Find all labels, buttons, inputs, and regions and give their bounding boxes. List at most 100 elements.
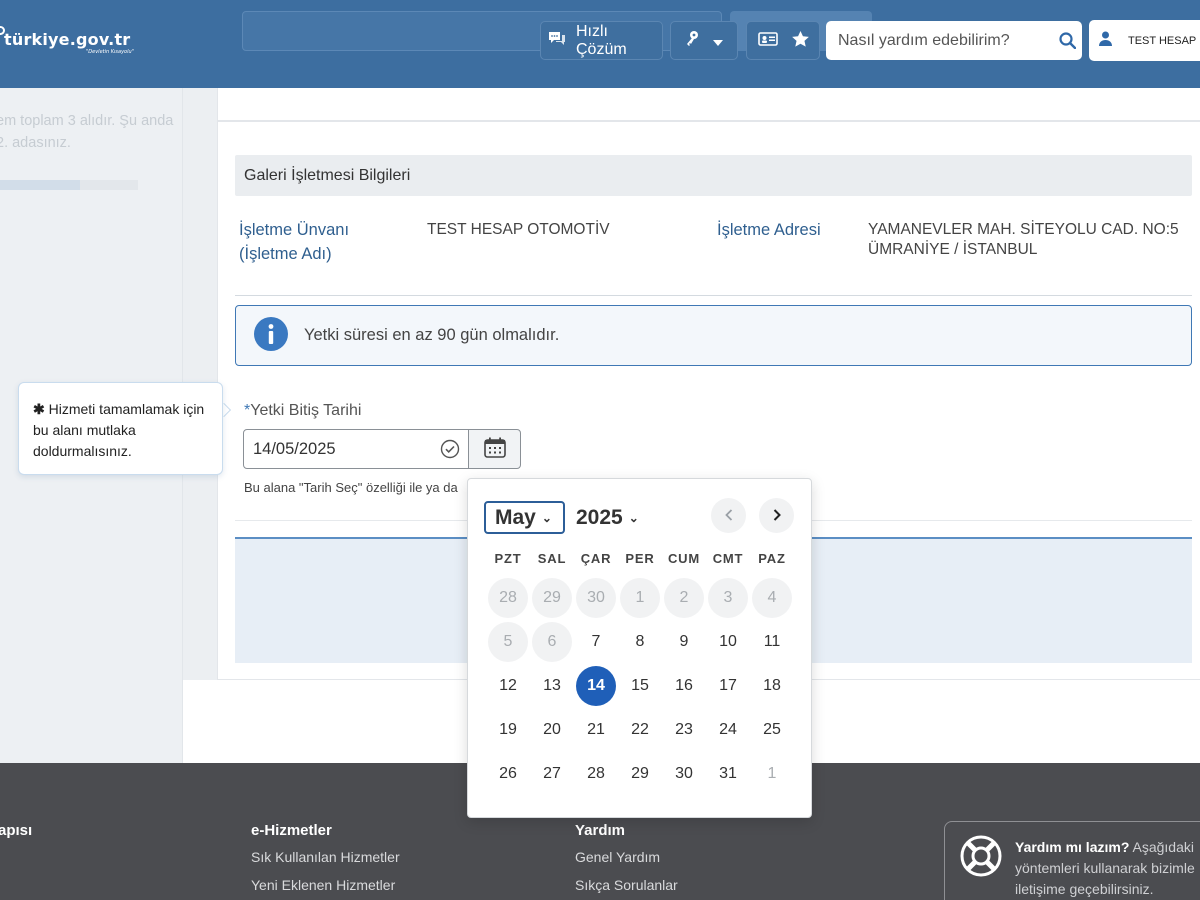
weekday-header: CUM — [667, 551, 700, 566]
id-favorites-button[interactable] — [746, 21, 820, 60]
calendar-day[interactable]: 29 — [620, 754, 660, 794]
year-select[interactable]: 2025 ⌄ — [576, 501, 639, 534]
footer-link-general-help[interactable]: Genel Yardım — [575, 849, 660, 865]
weekday-header: PZT — [494, 551, 522, 566]
month-select[interactable]: May ⌄ — [484, 501, 565, 534]
calendar-day[interactable]: 7 — [576, 622, 616, 662]
site-logo[interactable]: türkiye.gov.tr "Devletin Kısayolu" — [0, 26, 160, 60]
calendar-day[interactable]: 25 — [752, 710, 792, 750]
site-search-input[interactable]: Nasıl yardım edebilirim? — [826, 21, 1082, 60]
chevron-down-icon: ⌄ — [628, 510, 639, 525]
info-message: Yetki süresi en az 90 gün olmalıdır. — [304, 326, 560, 344]
weekday-header: PER — [625, 551, 655, 566]
footer-col1-title: apısı — [0, 822, 33, 839]
month-value: May — [495, 505, 536, 529]
weekday-header: SAL — [537, 551, 567, 566]
search-icon[interactable] — [1052, 32, 1082, 49]
calendar-day: 5 — [488, 622, 528, 662]
help-card-text: Yardım mı lazım? Aşağıdaki yöntemleri ku… — [1015, 837, 1200, 900]
calendar-day[interactable]: 28 — [576, 754, 616, 794]
calendar-day: 28 — [488, 578, 528, 618]
top-header: türkiye.gov.tr "Devletin Kısayolu" Hızlı… — [0, 0, 1200, 88]
calendar-day[interactable]: 24 — [708, 710, 748, 750]
chevron-left-icon — [724, 506, 733, 525]
calendar-day[interactable]: 26 — [488, 754, 528, 794]
weekday-header: ÇAR — [580, 551, 612, 566]
calendar-day[interactable]: 23 — [664, 710, 704, 750]
calendar-day: 29 — [532, 578, 572, 618]
business-name-label: İşletme Ünvanı (İşletme Adı) — [239, 221, 350, 263]
calendar-day[interactable]: 22 — [620, 710, 660, 750]
check-circle-icon — [432, 439, 468, 459]
chevron-down-icon: ⌄ — [541, 510, 552, 525]
section-divider — [235, 295, 1192, 296]
footer-link-new-services[interactable]: Yeni Eklenen Hizmetler — [251, 877, 395, 893]
end-date-label: *Yetki Bitiş Tarihi — [244, 402, 361, 420]
calendar-day[interactable]: 21 — [576, 710, 616, 750]
business-address-label: İşletme Adresi — [717, 221, 821, 239]
calendar-icon — [483, 437, 506, 462]
info-alert: Yetki süresi en az 90 gün olmalıdır. — [235, 305, 1192, 366]
calendar-day[interactable]: 11 — [752, 622, 792, 662]
user-account-button[interactable]: TEST HESAP — [1089, 20, 1200, 61]
tooltip-text: Hizmeti tamamlamak için bu alanı mutlaka… — [33, 401, 205, 459]
chevron-right-icon — [773, 506, 781, 525]
calendar-day[interactable]: 31 — [708, 754, 748, 794]
date-help-text: Bu alana "Tarih Seç" özelliği ile ya da — [244, 480, 458, 495]
step-progress-bar — [0, 180, 138, 190]
asterisk-icon: ✱ — [33, 401, 45, 417]
calendar-day: 3 — [708, 578, 748, 618]
calendar-day[interactable]: 8 — [620, 622, 660, 662]
footer-ehizmetler-title: e-Hizmetler — [251, 822, 332, 839]
calendar-day[interactable]: 12 — [488, 666, 528, 706]
footer-link-frequent-services[interactable]: Sık Kullanılan Hizmetler — [251, 849, 400, 865]
previous-panel — [217, 88, 1200, 121]
next-month-button[interactable] — [759, 498, 794, 533]
end-date-value: 14/05/2025 — [253, 439, 336, 458]
end-date-label-text: Yetki Bitiş Tarihi — [250, 402, 362, 419]
calendar-day[interactable]: 1 — [752, 754, 792, 794]
calendar-day[interactable]: 27 — [532, 754, 572, 794]
key-icon — [685, 30, 701, 52]
step-progress-text: em toplam 3 alıdır. Şu anda 2. adasınız. — [0, 113, 174, 151]
calendar-day[interactable]: 18 — [752, 666, 792, 706]
footer-link-faq[interactable]: Sıkça Sorulanlar — [575, 877, 678, 893]
calendar-day[interactable]: 10 — [708, 622, 748, 662]
previous-month-button[interactable] — [711, 498, 746, 533]
end-date-input[interactable]: 14/05/2025 — [243, 429, 469, 469]
help-contact-card[interactable]: Yardım mı lazım? Aşağıdaki yöntemleri ku… — [944, 821, 1200, 900]
user-name: TEST HESAP — [1128, 34, 1197, 47]
calendar-day: 6 — [532, 622, 572, 662]
business-address-value: YAMANEVLER MAH. SİTEYOLU CAD. NO:5 ÜMRAN… — [868, 221, 1179, 258]
lifebuoy-icon — [959, 834, 1003, 882]
calendar-day: 2 — [664, 578, 704, 618]
calendar-day[interactable]: 19 — [488, 710, 528, 750]
business-name-value: TEST HESAP OTOMOTİV — [427, 221, 610, 238]
open-calendar-button[interactable] — [468, 429, 521, 469]
weekday-header: CMT — [712, 551, 744, 566]
year-value: 2025 — [576, 505, 623, 529]
calendar-day: 4 — [752, 578, 792, 618]
date-picker-popup: May ⌄ 2025 ⌄ PZT SAL ÇAR PER CUM CMT PAZ 28 29 30 1 2… — [467, 478, 812, 818]
calendar-day[interactable]: 20 — [532, 710, 572, 750]
calendar-day[interactable]: 15 — [620, 666, 660, 706]
footer-help-title: Yardım — [575, 822, 626, 839]
required-field-tooltip: ✱ Hizmeti tamamlamak için bu alanı mutla… — [18, 382, 223, 475]
calendar-day[interactable]: 30 — [664, 754, 704, 794]
calendar-day[interactable]: 14 — [576, 666, 616, 706]
caret-down-icon — [713, 31, 723, 50]
login-menu-button[interactable] — [670, 21, 738, 60]
user-icon — [1099, 31, 1112, 50]
quick-solution-button[interactable]: Hızlı Çözüm — [540, 21, 663, 60]
step-progress-fill — [0, 180, 81, 190]
id-card-icon — [757, 31, 778, 50]
info-icon — [254, 316, 288, 355]
calendar-day[interactable]: 13 — [532, 666, 572, 706]
calendar-day[interactable]: 17 — [708, 666, 748, 706]
logo-subtitle: "Devletin Kısayolu" — [86, 49, 134, 55]
calendar-day: 1 — [620, 578, 660, 618]
calendar-day[interactable]: 9 — [664, 622, 704, 662]
logo-text: türkiye.gov.tr — [4, 30, 131, 49]
star-icon — [791, 30, 809, 51]
calendar-day[interactable]: 16 — [664, 666, 704, 706]
